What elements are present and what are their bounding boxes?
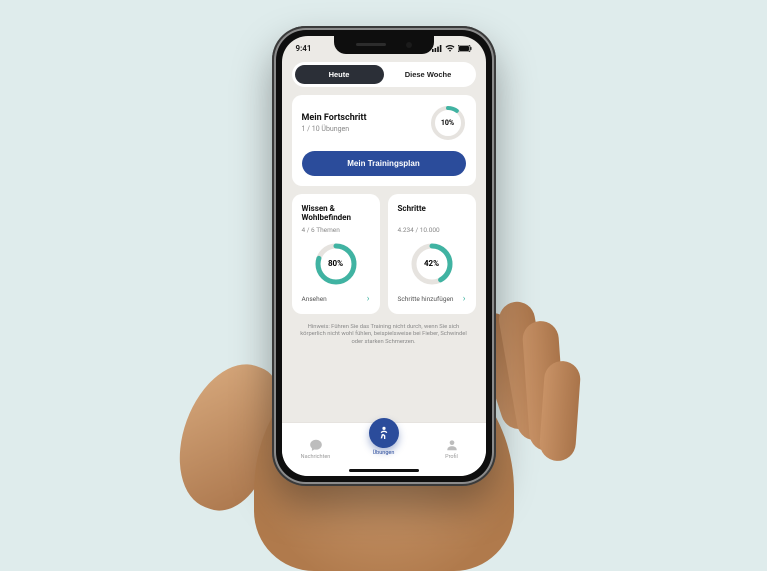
steps-ring: 42% xyxy=(410,242,454,286)
progress-percent: 10% xyxy=(430,105,466,141)
tab-today[interactable]: Heute xyxy=(295,65,384,84)
notch xyxy=(334,36,434,54)
profile-icon xyxy=(445,438,459,452)
steps-title: Schritte xyxy=(398,204,466,224)
steps-add-link[interactable]: Schritte hinzufügen › xyxy=(398,294,466,304)
wifi-icon xyxy=(445,45,455,52)
knowledge-action-label: Ansehen xyxy=(302,295,327,303)
nav-messages[interactable]: Nachrichten xyxy=(291,438,341,460)
progress-card: Mein Fortschritt 1 / 10 Übungen 10% Mein… xyxy=(292,95,476,186)
chat-icon xyxy=(309,438,323,452)
training-plan-button[interactable]: Mein Trainingsplan xyxy=(302,151,466,176)
nav-profile-label: Profil xyxy=(445,454,458,460)
nav-profile[interactable]: Profil xyxy=(427,438,477,460)
knowledge-ring: 80% xyxy=(314,242,358,286)
knowledge-title: Wissen & Wohlbefinden xyxy=(302,204,370,224)
bottom-nav: Nachrichten Übungen Profil xyxy=(282,422,486,476)
knowledge-view-link[interactable]: Ansehen › xyxy=(302,294,370,304)
tab-this-week[interactable]: Diese Woche xyxy=(384,65,473,84)
chevron-right-icon: › xyxy=(367,294,370,304)
progress-subtitle: 1 / 10 Übungen xyxy=(302,125,367,133)
phone-frame: 9:41 Heute Diese Woche xyxy=(272,26,496,486)
nav-messages-label: Nachrichten xyxy=(301,454,331,460)
progress-title: Mein Fortschritt xyxy=(302,113,367,123)
screen: 9:41 Heute Diese Woche xyxy=(282,36,486,476)
steps-subtitle: 4.234 / 10.000 xyxy=(398,226,466,234)
steps-action-label: Schritte hinzufügen xyxy=(398,295,454,303)
nav-exercises-label: Übungen xyxy=(373,450,395,456)
chevron-right-icon: › xyxy=(463,294,466,304)
person-icon xyxy=(369,418,399,448)
nav-exercises[interactable]: Übungen xyxy=(359,418,409,456)
steps-card: Schritte 4.234 / 10.000 42% Schritte hin… xyxy=(388,194,476,314)
cellular-icon xyxy=(432,45,442,52)
knowledge-card: Wissen & Wohlbefinden 4 / 6 Themen 80% A… xyxy=(292,194,380,314)
steps-percent: 42% xyxy=(410,242,454,286)
status-time: 9:41 xyxy=(296,44,312,53)
knowledge-subtitle: 4 / 6 Themen xyxy=(302,226,370,234)
progress-ring: 10% xyxy=(430,105,466,141)
hint-text: Hinweis: Führen Sie das Training nicht d… xyxy=(292,324,476,347)
battery-icon xyxy=(458,45,472,52)
knowledge-percent: 80% xyxy=(314,242,358,286)
home-indicator xyxy=(349,469,419,472)
period-segmented-control: Heute Diese Woche xyxy=(292,62,476,87)
